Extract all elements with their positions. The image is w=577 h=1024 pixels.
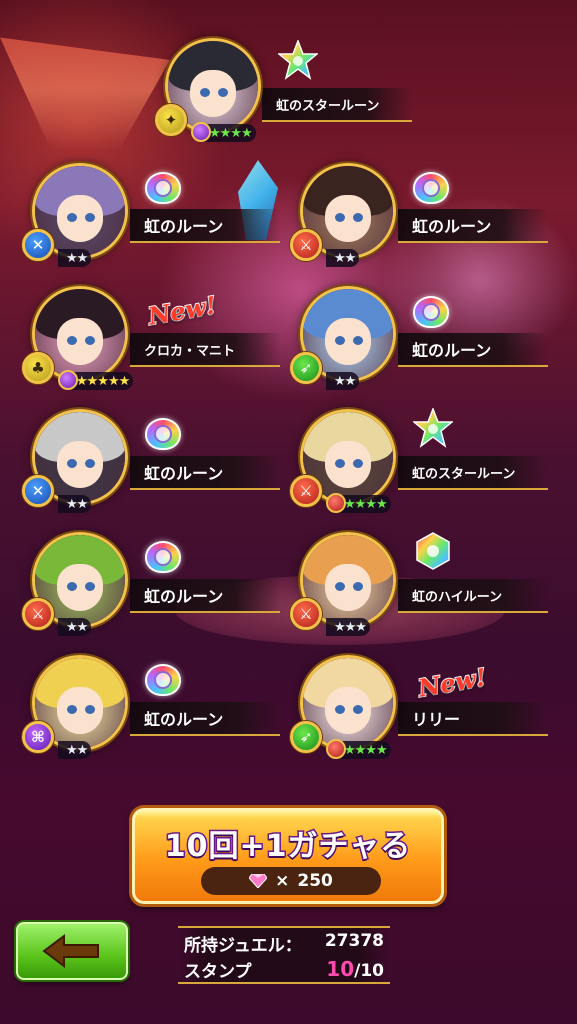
weapon-type-icon: ♣	[22, 352, 54, 384]
jewel-value: 27378	[324, 931, 384, 951]
rainbow-high-rune-icon	[413, 531, 453, 571]
result-label-bar: リリー	[398, 702, 548, 736]
result-label-bar: 虹のルーン	[130, 579, 280, 613]
result-name: リリー	[412, 710, 461, 729]
rainbow-star-rune-icon	[411, 406, 455, 448]
element-gem-icon	[326, 493, 346, 513]
rarity-stars-text: ★★★★	[344, 496, 388, 512]
rarity-stars: ★★	[326, 372, 360, 390]
rarity-stars-text: ★★	[66, 742, 88, 758]
gacha-10plus1-button[interactable]: 10回+1ガチャる × 250	[132, 808, 444, 904]
element-gem-icon	[58, 370, 78, 390]
weapon-type-icon: ⚔	[22, 598, 54, 630]
rarity-stars: ★★	[326, 249, 360, 267]
result-name: 虹のルーン	[144, 710, 224, 729]
rarity-stars: ★★	[58, 495, 92, 513]
result-label-bar: 虹のルーン	[398, 209, 548, 243]
weapon-type-icon: ✕	[22, 229, 54, 261]
result-label-bar: 虹のハイルーン	[398, 579, 548, 613]
rainbow-rune-icon	[145, 418, 181, 450]
back-button[interactable]	[16, 922, 128, 980]
result-label-bar: 虹のスタールーン	[262, 88, 412, 122]
rarity-stars-text: ★★	[334, 250, 356, 266]
rainbow-rune-icon	[413, 172, 449, 204]
result-name: 虹のハイルーン	[412, 589, 503, 605]
result-name: 虹のルーン	[144, 464, 224, 483]
result-label-bar: 虹のスタールーン	[398, 456, 548, 490]
rainbow-rune-icon	[145, 664, 181, 696]
weapon-type-icon: ⌘	[22, 721, 54, 753]
cost-multiplier: ×	[275, 871, 290, 891]
gacha-cost-box: × 250	[201, 867, 381, 895]
element-gem-icon	[326, 739, 346, 759]
rarity-stars: ★★★★	[326, 739, 391, 759]
stats-panel: 所持ジュエル： 27378 スタンプ 10/10	[178, 926, 390, 984]
result-name: 虹のルーン	[412, 341, 492, 360]
rarity-stars-text: ★★	[66, 250, 88, 266]
stamp-label: スタンプ	[184, 962, 252, 982]
rarity-stars: ★★★	[326, 618, 370, 636]
weapon-type-icon: ✦	[155, 104, 187, 136]
rarity-stars-text: ★★★★★	[76, 373, 130, 389]
result-label-bar: クロカ・マニト	[130, 333, 280, 367]
result-label-bar: 虹のルーン	[398, 333, 548, 367]
rainbow-star-rune-icon	[276, 38, 320, 80]
result-name: 虹のルーン	[412, 217, 492, 236]
result-label-bar: 虹のルーン	[130, 702, 280, 736]
cost-value: 250	[297, 871, 333, 891]
rainbow-rune-icon	[145, 172, 181, 204]
rarity-stars-text: ★★★★	[209, 125, 253, 141]
weapon-type-icon: ⚔	[290, 229, 322, 261]
rarity-stars: ★★	[58, 249, 92, 267]
rarity-stars-text: ★★★	[334, 619, 367, 635]
jewel-label: 所持ジュエル：	[184, 936, 302, 956]
rarity-stars-text: ★★★★	[344, 742, 388, 758]
stamp-total: /10	[354, 961, 384, 981]
rarity-stars-text: ★★	[66, 619, 88, 635]
rarity-stars-text: ★★	[66, 496, 88, 512]
weapon-type-icon: ✕	[22, 475, 54, 507]
element-gem-icon	[191, 122, 211, 142]
result-name: 虹のルーン	[144, 587, 224, 606]
rarity-stars: ★★★★	[191, 122, 256, 142]
back-arrow-icon	[42, 934, 99, 968]
result-label-bar: 虹のルーン	[130, 209, 280, 243]
rainbow-rune-icon	[413, 296, 449, 328]
gacha-button-title: 10回+1ガチャる	[163, 828, 412, 866]
rarity-stars: ★★★★	[326, 493, 391, 513]
result-name: クロカ・マニト	[144, 343, 236, 359]
rarity-stars: ★★★★★	[58, 370, 134, 390]
rainbow-rune-icon	[145, 541, 181, 573]
stamp-value: 10/10	[326, 957, 384, 982]
weapon-type-icon: ➶	[290, 352, 322, 384]
stamp-current: 10	[326, 957, 355, 981]
result-name: 虹のルーン	[144, 217, 224, 236]
weapon-type-icon: ⚔	[290, 598, 322, 630]
weapon-type-icon: ➶	[290, 721, 322, 753]
rarity-stars: ★★	[58, 618, 92, 636]
result-name: 虹のスタールーン	[276, 98, 380, 114]
jewel-icon	[249, 874, 268, 888]
result-label-bar: 虹のルーン	[130, 456, 280, 490]
weapon-type-icon: ⚔	[290, 475, 322, 507]
rarity-stars: ★★	[58, 741, 92, 759]
result-name: 虹のスタールーン	[412, 466, 516, 482]
rarity-stars-text: ★★	[334, 373, 356, 389]
